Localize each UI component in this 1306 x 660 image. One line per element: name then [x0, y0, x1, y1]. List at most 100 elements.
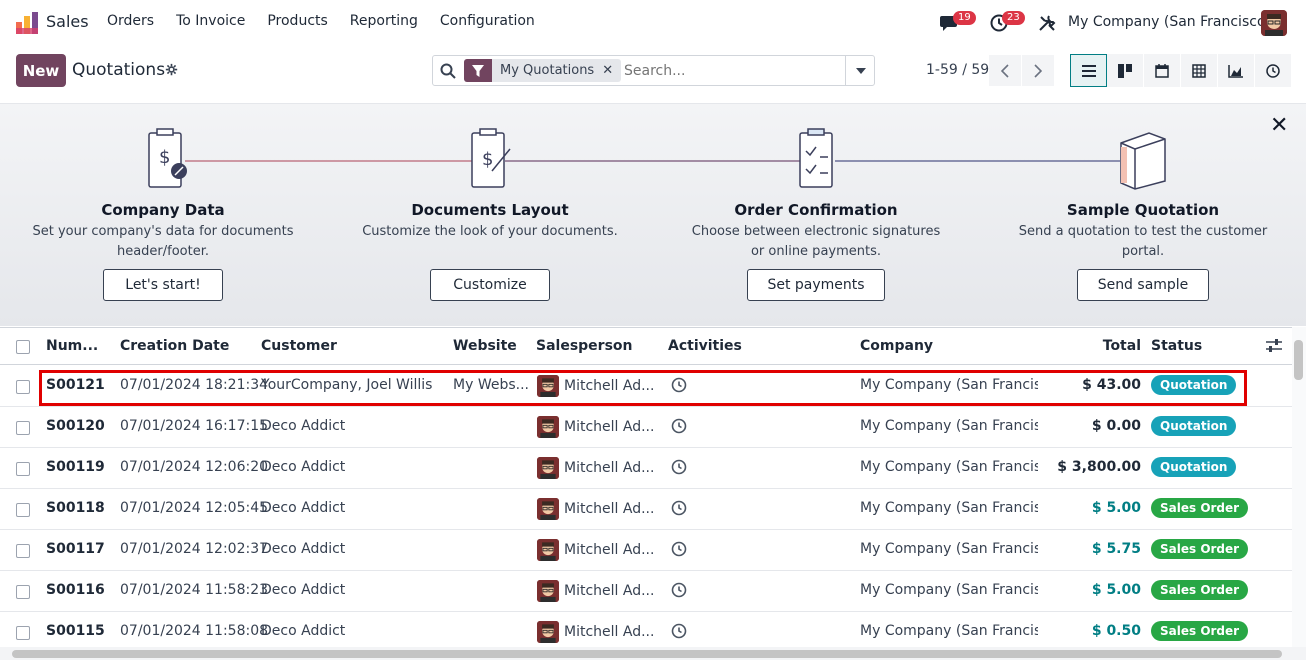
row-salesperson: Mitchell Ad... — [564, 624, 655, 640]
step-description-line: Choose between electronic signatures — [691, 224, 941, 239]
status-badge: Quotation — [1151, 416, 1237, 436]
horizontal-scroll-thumb[interactable] — [12, 650, 1282, 658]
row-company: My Company (San Francis... — [860, 541, 1038, 557]
gear-icon[interactable] — [165, 63, 178, 80]
row-creation-date: 07/01/2024 12:05:45 — [120, 500, 269, 516]
facet-remove-icon[interactable]: ✕ — [602, 63, 621, 78]
col-salesperson[interactable]: Salesperson — [536, 338, 633, 354]
top-navbar: Sales Orders To Invoice Products Reporti… — [0, 0, 1306, 46]
pager-value[interactable]: 1-59 / 59 — [926, 62, 989, 78]
row-customer: Deco Addict — [261, 500, 346, 516]
row-number: S00117 — [46, 541, 105, 557]
row-creation-date: 07/01/2024 12:06:20 — [120, 459, 269, 475]
row-checkbox[interactable] — [16, 421, 30, 435]
list-view-button[interactable] — [1070, 54, 1107, 87]
col-status[interactable]: Status — [1151, 338, 1202, 354]
activity-view-button[interactable] — [1255, 54, 1292, 87]
activity-clock-icon[interactable] — [671, 459, 687, 475]
row-checkbox[interactable] — [16, 462, 30, 476]
caret-down-icon — [855, 67, 866, 74]
row-customer: Deco Addict — [261, 418, 346, 434]
row-checkbox[interactable] — [16, 503, 30, 517]
activity-clock-icon[interactable] — [671, 623, 687, 639]
row-salesperson: Mitchell Ad... — [564, 419, 655, 435]
graph-view-button[interactable] — [1218, 54, 1255, 87]
pager-previous-button[interactable] — [989, 55, 1021, 86]
activities-count-badge: 23 — [1002, 11, 1025, 25]
documents-layout-icon: $ — [471, 128, 511, 188]
row-creation-date: 07/01/2024 16:17:15 — [120, 418, 269, 434]
activity-clock-icon[interactable] — [671, 418, 687, 434]
row-company: My Company (San Francis... — [860, 418, 1038, 434]
user-avatar-icon — [1261, 10, 1287, 36]
salesperson-avatar — [537, 416, 559, 438]
optional-columns-icon[interactable] — [1266, 339, 1282, 353]
app-name[interactable]: Sales — [46, 12, 89, 31]
row-creation-date: 07/01/2024 12:02:37 — [120, 541, 269, 557]
sample-quotation-icon — [1120, 132, 1166, 190]
col-number[interactable]: Num... — [46, 338, 98, 354]
vertical-scroll-thumb[interactable] — [1294, 340, 1303, 380]
row-salesperson: Mitchell Ad... — [564, 542, 655, 558]
set-payments-button[interactable]: Set payments — [747, 269, 885, 301]
select-all-checkbox[interactable] — [16, 340, 30, 354]
view-switcher — [1070, 54, 1292, 87]
step-sample-quotation-description: Send a quotation to test the customer po… — [993, 222, 1293, 262]
row-checkbox[interactable] — [16, 585, 30, 599]
menu-configuration[interactable]: Configuration — [440, 13, 535, 29]
activity-clock-icon[interactable] — [671, 582, 687, 598]
row-checkbox[interactable] — [16, 626, 30, 640]
row-customer: Deco Addict — [261, 582, 346, 598]
row-checkbox[interactable] — [16, 544, 30, 558]
search-icon[interactable] — [440, 63, 456, 79]
col-activities[interactable]: Activities — [668, 338, 742, 354]
facet-label: My Quotations — [500, 63, 595, 78]
row-number: S00115 — [46, 623, 105, 639]
send-sample-button[interactable]: Send sample — [1077, 269, 1209, 301]
pivot-view-button[interactable] — [1181, 54, 1218, 87]
sales-app-logo-icon[interactable] — [16, 12, 38, 34]
search-facet: My Quotations ✕ — [464, 59, 622, 82]
menu-orders[interactable]: Orders — [107, 13, 154, 29]
user-avatar[interactable] — [1261, 10, 1287, 36]
step-description-line: or online payments. — [750, 244, 882, 259]
new-button[interactable]: New — [16, 54, 66, 87]
company-data-icon: $ — [148, 128, 187, 188]
col-total[interactable]: Total — [1041, 338, 1141, 354]
row-creation-date: 07/01/2024 11:58:23 — [120, 582, 269, 598]
close-banner-icon[interactable]: ✕ — [1270, 113, 1288, 138]
activity-clock-icon[interactable] — [671, 541, 687, 557]
menu-reporting[interactable]: Reporting — [350, 13, 418, 29]
menu-to-invoice[interactable]: To Invoice — [176, 13, 245, 29]
list-view-icon — [1081, 64, 1096, 77]
pager-next-button[interactable] — [1022, 55, 1054, 86]
col-company[interactable]: Company — [860, 338, 933, 354]
row-company: My Company (San Francis... — [860, 459, 1038, 475]
menu-products[interactable]: Products — [267, 13, 327, 29]
debug-tools-icon[interactable] — [1038, 14, 1056, 32]
kanban-view-button[interactable] — [1107, 54, 1144, 87]
col-website[interactable]: Website — [453, 338, 517, 354]
step-company-data-description: Set your company's data for documents he… — [13, 222, 313, 262]
row-total: $ 5.75 — [1091, 541, 1141, 557]
row-salesperson: Mitchell Ad... — [564, 460, 655, 476]
main-menu: Orders To Invoice Products Reporting Con… — [107, 13, 557, 29]
page-title[interactable]: Quotations — [72, 60, 165, 80]
calendar-view-button[interactable] — [1144, 54, 1181, 87]
step-documents-layout-title: Documents Layout — [411, 201, 569, 219]
company-switcher[interactable]: My Company (San Francisco) — [1068, 14, 1271, 30]
lets-start-button[interactable]: Let's start! — [103, 269, 223, 301]
col-creation-date[interactable]: Creation Date — [120, 338, 229, 354]
search-options-toggle[interactable] — [845, 55, 875, 86]
customize-button[interactable]: Customize — [430, 269, 550, 301]
col-customer[interactable]: Customer — [261, 338, 337, 354]
row-total: $ 0.00 — [1091, 418, 1141, 434]
search-input[interactable] — [622, 60, 837, 82]
row-salesperson: Mitchell Ad... — [564, 501, 655, 517]
salesperson-avatar — [537, 498, 559, 520]
row-checkbox[interactable] — [16, 380, 30, 394]
activity-clock-icon[interactable] — [671, 500, 687, 516]
step-sample-quotation-title: Sample Quotation — [1066, 201, 1220, 219]
order-confirmation-icon — [799, 128, 833, 188]
row-total: $ 0.50 — [1091, 623, 1141, 639]
